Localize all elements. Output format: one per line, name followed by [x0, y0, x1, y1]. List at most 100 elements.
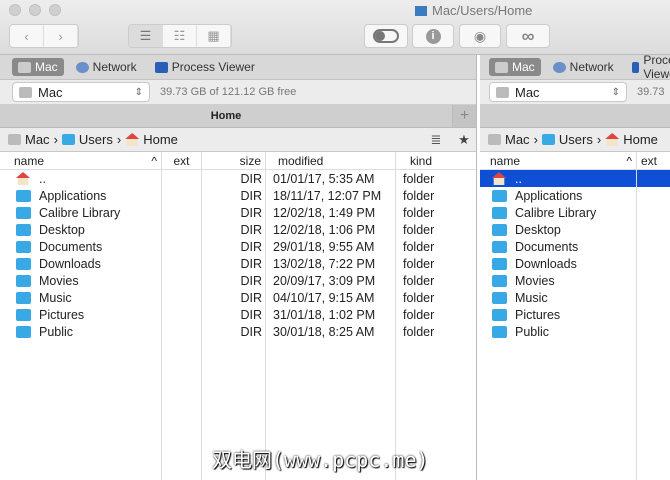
- cell-ext: [162, 187, 202, 204]
- folder-tab-bar-right: [480, 105, 670, 128]
- cell-name: Music: [480, 289, 637, 306]
- free-space: 39.73: [637, 86, 665, 98]
- monitor-icon: [631, 61, 640, 73]
- cell-size: DIR: [240, 171, 262, 186]
- preview-button[interactable]: ◉: [459, 24, 501, 48]
- tab-process-viewer[interactable]: Process Viewer: [626, 55, 670, 83]
- volume-select[interactable]: Mac ⇕: [12, 82, 150, 102]
- file-row[interactable]: Calibre Library DIR 12/02/18, 1:49 PM folde…: [0, 204, 476, 221]
- folder-icon: [492, 291, 507, 304]
- file-row[interactable]: Pictures DIR 31/01/18, 1:02 PM folder: [0, 306, 476, 323]
- cell-kind: folder: [403, 239, 435, 254]
- view-list-button[interactable]: ☰: [129, 25, 163, 47]
- breadcrumb-users[interactable]: Users: [559, 132, 593, 147]
- file-list-right: .. Applications Calibre Library Desktop Docu…: [480, 170, 670, 480]
- folder-icon: [16, 274, 31, 287]
- window-title: Mac/Users/Home: [415, 3, 532, 18]
- cell-name: Documents: [480, 238, 637, 255]
- cell-size: DIR: [240, 290, 262, 305]
- cell-name: Pictures: [480, 306, 637, 323]
- col-ext[interactable]: ext: [637, 152, 670, 169]
- file-row[interactable]: Applications DIR 18/11/17, 12:07 PM folder: [0, 187, 476, 204]
- folder-icon: [16, 325, 31, 338]
- monitor-icon: [154, 61, 168, 73]
- info-button[interactable]: i: [412, 24, 454, 48]
- breadcrumb-home[interactable]: Home: [623, 132, 658, 147]
- col-size[interactable]: size: [202, 152, 266, 169]
- cell-size: DIR: [240, 307, 262, 322]
- drive-icon: [19, 86, 32, 98]
- breadcrumb-users[interactable]: Users: [79, 132, 113, 147]
- col-modified[interactable]: modified: [266, 152, 396, 169]
- back-button[interactable]: ‹: [10, 25, 44, 47]
- breadcrumb-mac[interactable]: Mac: [505, 132, 530, 147]
- left-panel: Mac Network Process Viewer Mac ⇕ 39.73 GB…: [0, 55, 477, 480]
- cell-modified: 12/02/18, 1:49 PM: [273, 205, 376, 220]
- zoom-button[interactable]: [49, 4, 61, 16]
- home-icon: [605, 133, 620, 146]
- hidden-files-toggle[interactable]: [364, 24, 408, 48]
- users-folder-icon: [541, 134, 555, 145]
- sort-ascending-icon: ^: [626, 153, 632, 168]
- col-kind[interactable]: kind: [396, 152, 476, 169]
- tab-process-viewer[interactable]: Process Viewer: [149, 58, 261, 76]
- drive-icon: [18, 61, 31, 73]
- cell-name: Movies: [0, 272, 162, 289]
- cell-ext: [162, 255, 202, 272]
- list-icon[interactable]: ≣: [424, 132, 448, 148]
- cell-modified: 30/01/18, 8:25 AM: [273, 324, 375, 339]
- file-row[interactable]: Downloads DIR 13/02/18, 7:22 PM folder: [0, 255, 476, 272]
- forward-button[interactable]: ›: [44, 25, 78, 47]
- volume-select[interactable]: Mac ⇕: [489, 82, 627, 102]
- breadcrumb-home[interactable]: Home: [143, 132, 178, 147]
- file-row[interactable]: Music: [480, 289, 670, 306]
- star-icon[interactable]: ★: [452, 132, 476, 148]
- folder-tab-home[interactable]: Home: [0, 110, 452, 122]
- users-folder-icon: [61, 134, 75, 145]
- breadcrumb-mac[interactable]: Mac: [25, 132, 50, 147]
- file-row[interactable]: Music DIR 04/10/17, 9:15 AM folder: [0, 289, 476, 306]
- file-row[interactable]: Pictures: [480, 306, 670, 323]
- tab-network[interactable]: Network: [547, 58, 620, 76]
- file-row[interactable]: Calibre Library: [480, 204, 670, 221]
- close-button[interactable]: [9, 4, 21, 16]
- view-thumbs-button[interactable]: ▦: [197, 25, 231, 47]
- cell-modified: 31/01/18, 1:02 PM: [273, 307, 376, 322]
- cell-ext: [162, 306, 202, 323]
- col-name[interactable]: name ^: [480, 152, 637, 169]
- col-name[interactable]: name ^: [0, 152, 162, 169]
- nav-buttons: ‹ ›: [9, 24, 79, 48]
- sort-ascending-icon: ^: [151, 153, 157, 168]
- search-button[interactable]: ∞: [506, 24, 550, 48]
- cell-ext: [162, 238, 202, 255]
- tab-mac[interactable]: Mac: [12, 58, 64, 76]
- file-row[interactable]: Movies DIR 20/09/17, 3:09 PM folder: [0, 272, 476, 289]
- globe-icon: [552, 61, 566, 73]
- volume-bar-right: Mac ⇕ 39.73: [480, 80, 670, 105]
- folder-icon: [16, 308, 31, 321]
- cell-name: Documents: [0, 238, 162, 255]
- file-row[interactable]: Public DIR 30/01/18, 8:25 AM folder: [0, 323, 476, 340]
- cell-kind: folder: [403, 307, 435, 322]
- file-row[interactable]: Documents DIR 29/01/18, 9:55 AM folder: [0, 238, 476, 255]
- file-row[interactable]: Desktop: [480, 221, 670, 238]
- file-row[interactable]: Applications: [480, 187, 670, 204]
- file-row[interactable]: ..: [480, 170, 670, 187]
- cell-kind: folder: [403, 222, 435, 237]
- minimize-button[interactable]: [29, 4, 41, 16]
- file-row[interactable]: Movies: [480, 272, 670, 289]
- cell-ext: [162, 323, 202, 340]
- tab-mac[interactable]: Mac: [489, 58, 541, 76]
- file-row[interactable]: Downloads: [480, 255, 670, 272]
- file-row[interactable]: Public: [480, 323, 670, 340]
- cell-size: DIR: [240, 256, 262, 271]
- col-ext[interactable]: ext: [162, 152, 202, 169]
- folder-icon: [492, 189, 507, 202]
- folder-icon: [492, 240, 507, 253]
- add-tab-button[interactable]: +: [452, 105, 476, 127]
- file-row[interactable]: .. DIR 01/01/17, 5:35 AM folder: [0, 170, 476, 187]
- tab-network[interactable]: Network: [70, 58, 143, 76]
- file-row[interactable]: Desktop DIR 12/02/18, 1:06 PM folder: [0, 221, 476, 238]
- view-brief-button[interactable]: ☷: [163, 25, 197, 47]
- file-row[interactable]: Documents: [480, 238, 670, 255]
